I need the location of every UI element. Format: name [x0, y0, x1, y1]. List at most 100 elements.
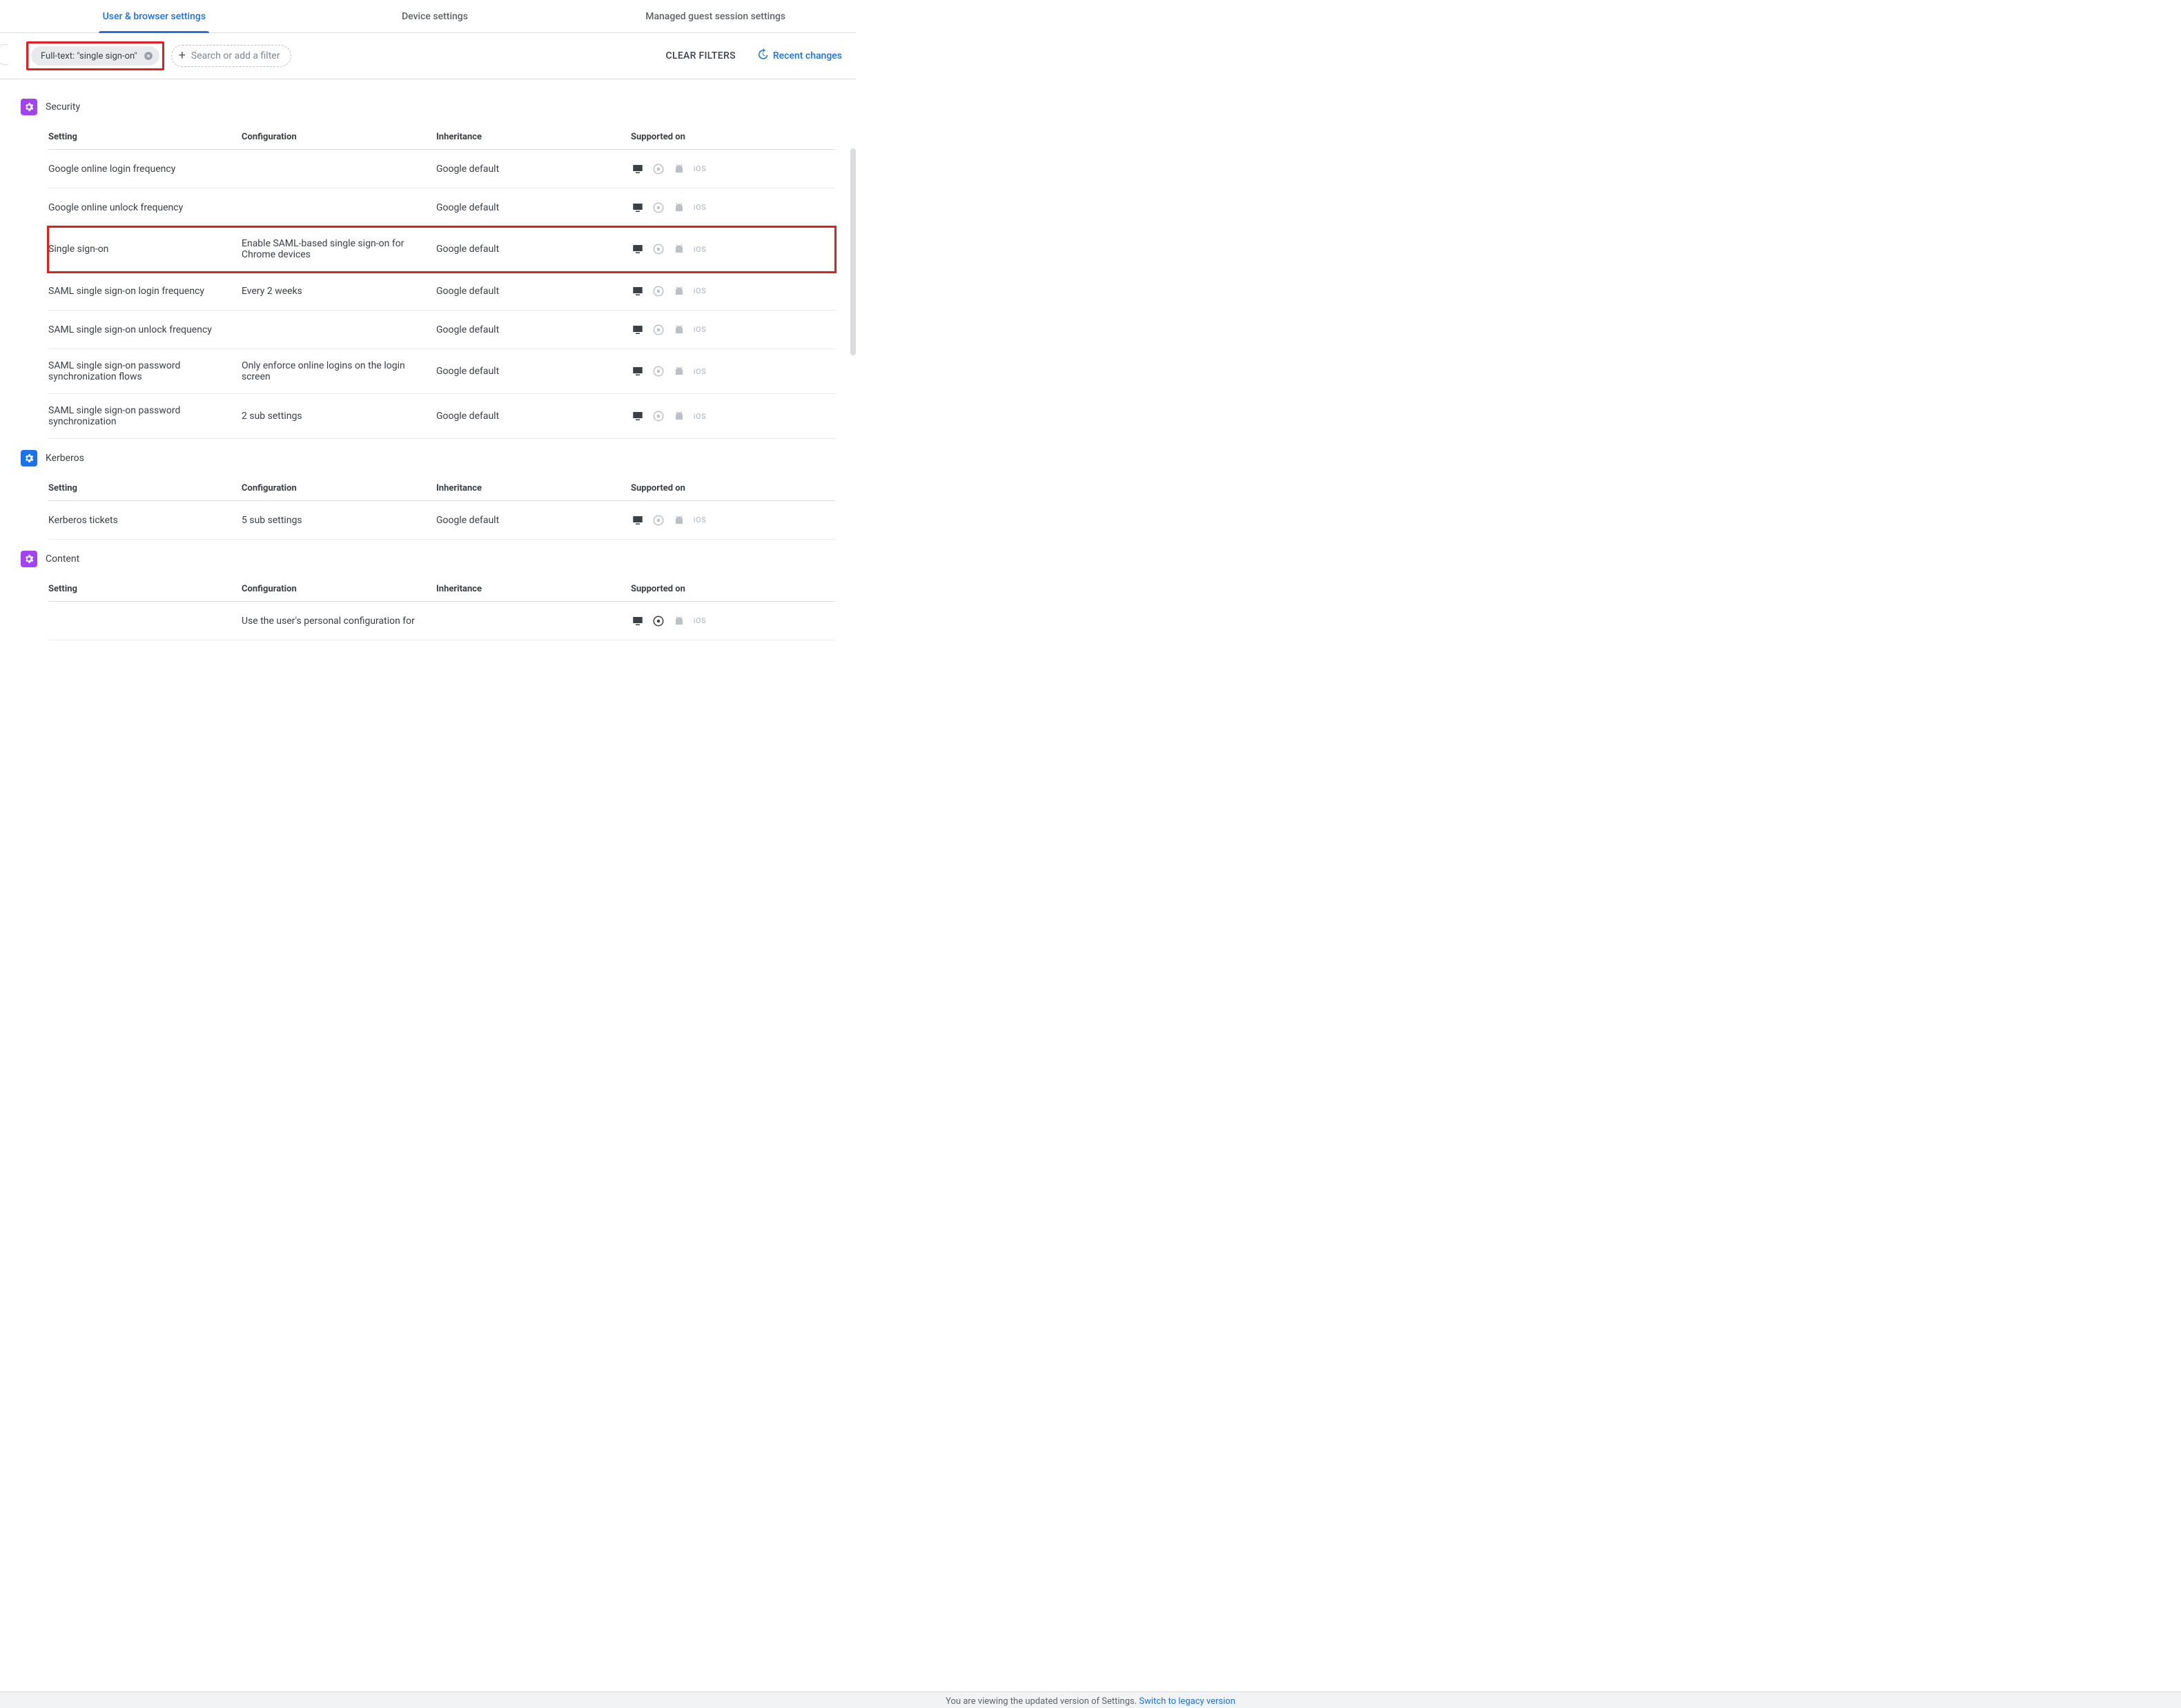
android-icon [672, 409, 686, 423]
recent-changes-link[interactable]: Recent changes [756, 48, 842, 63]
ios-icon: iOS [693, 409, 707, 423]
platform-icons: iOS [631, 284, 707, 298]
cell-configuration: 2 sub settings [242, 411, 436, 422]
desktop-icon [631, 409, 645, 423]
desktop-icon [631, 513, 645, 527]
col-header-configuration: Configuration [242, 584, 436, 594]
section-security: SecuritySettingConfigurationInheritanceS… [7, 95, 849, 439]
ios-icon: iOS [693, 614, 707, 628]
col-header-configuration: Configuration [242, 483, 436, 493]
ios-icon: iOS [693, 162, 707, 176]
android-icon [672, 323, 686, 337]
col-header-setting: Setting [48, 483, 242, 493]
chrome-icon [652, 409, 665, 423]
table-row[interactable]: SAML single sign-on login frequencyEvery… [48, 272, 835, 311]
cell-setting: SAML single sign-on unlock frequency [48, 324, 242, 335]
cell-inheritance: Google default [436, 164, 631, 175]
chrome-icon [652, 242, 665, 256]
clear-filters-button[interactable]: Clear filters [666, 50, 736, 61]
section-header[interactable]: Security [7, 95, 849, 119]
table-header: SettingConfigurationInheritanceSupported… [48, 119, 835, 150]
gear-icon [21, 450, 37, 467]
cell-setting: Single sign-on [48, 244, 242, 255]
platform-icons: iOS [631, 364, 707, 378]
desktop-icon [631, 323, 645, 337]
desktop-icon [631, 284, 645, 298]
cell-supported: iOS [631, 614, 835, 628]
tab-managed-guest-session[interactable]: Managed guest session settings [575, 0, 856, 33]
desktop-icon [631, 201, 645, 215]
android-icon [672, 513, 686, 527]
col-header-configuration: Configuration [242, 132, 436, 142]
chrome-icon [652, 201, 665, 215]
filter-chip-fulltext[interactable]: Full-text: "single sign-on" [31, 46, 159, 66]
settings-table: SettingConfigurationInheritanceSupported… [48, 471, 835, 540]
cell-inheritance: Google default [436, 515, 631, 526]
cell-configuration: Use the user's personal configuration fo… [242, 616, 436, 627]
scrollbar[interactable] [850, 148, 856, 355]
col-header-supported: Supported on [631, 584, 835, 594]
chrome-icon [652, 323, 665, 337]
section-header[interactable]: Kerberos [7, 446, 849, 471]
section-title: Kerberos [46, 453, 84, 464]
filter-chip-label: Full-text: "single sign-on" [41, 51, 137, 61]
platform-icons: iOS [631, 409, 707, 423]
section-header[interactable]: Content [7, 547, 849, 571]
android-icon [672, 162, 686, 176]
settings-content: SecuritySettingConfigurationInheritanceS… [0, 79, 856, 682]
tab-user-browser-settings[interactable]: User & browser settings [14, 0, 295, 33]
cell-supported: iOS [631, 284, 835, 298]
section-title: Content [46, 553, 79, 565]
table-row[interactable]: Use the user's personal configuration fo… [48, 602, 835, 640]
chrome-icon [652, 364, 665, 378]
android-icon [672, 364, 686, 378]
table-row[interactable]: SAML single sign-on unlock frequencyGoog… [48, 311, 835, 349]
table-row[interactable]: Google online login frequencyGoogle defa… [48, 150, 835, 188]
cell-supported: iOS [631, 242, 835, 256]
cell-configuration: Only enforce online logins on the login … [242, 360, 436, 382]
gear-icon [21, 551, 37, 567]
table-row[interactable]: SAML single sign-on password synchroniza… [48, 349, 835, 394]
android-icon [672, 201, 686, 215]
cell-setting: SAML single sign-on login frequency [48, 286, 242, 297]
ios-icon: iOS [693, 513, 707, 527]
col-header-setting: Setting [48, 584, 242, 594]
table-row[interactable]: Google online unlock frequencyGoogle def… [48, 188, 835, 227]
platform-icons: iOS [631, 614, 707, 628]
cell-configuration: 5 sub settings [242, 515, 436, 526]
section-content: Content SettingConfigurationInheritanceSu… [7, 547, 849, 640]
chrome-icon [652, 284, 665, 298]
table-row[interactable]: Single sign-onEnable SAML-based single s… [48, 227, 835, 272]
highlight-box-filter: Full-text: "single sign-on" [26, 41, 164, 70]
chrome-icon [652, 614, 665, 628]
table-row[interactable]: Kerberos tickets5 sub settingsGoogle def… [48, 501, 835, 540]
table-header: SettingConfigurationInheritanceSupported… [48, 571, 835, 602]
platform-icons: iOS [631, 201, 707, 215]
history-icon [756, 48, 769, 63]
footer-switch-link[interactable]: Switch to legacy version [1139, 1696, 1235, 1707]
cell-inheritance: Google default [436, 202, 631, 213]
cell-setting: SAML single sign-on password synchroniza… [48, 360, 242, 382]
col-header-supported: Supported on [631, 132, 835, 142]
add-filter-input[interactable]: + Search or add a filter [171, 45, 292, 67]
cell-setting: Kerberos tickets [48, 515, 242, 526]
filter-bar: Full-text: "single sign-on" + Search or … [0, 33, 856, 79]
col-header-inheritance: Inheritance [436, 483, 631, 493]
collapse-panel-handle[interactable] [0, 44, 8, 65]
ios-icon: iOS [693, 364, 707, 378]
section-kerberos: Kerberos SettingConfigurationInheritanceS… [7, 446, 849, 540]
col-header-inheritance: Inheritance [436, 132, 631, 142]
section-title: Security [46, 101, 80, 112]
cell-configuration: Enable SAML-based single sign-on for Chr… [242, 238, 436, 260]
android-icon [672, 614, 686, 628]
add-filter-placeholder: Search or add a filter [191, 50, 280, 61]
close-icon[interactable] [143, 50, 154, 61]
ios-icon: iOS [693, 284, 707, 298]
android-icon [672, 242, 686, 256]
table-row[interactable]: SAML single sign-on password synchroniza… [48, 394, 835, 439]
tab-device-settings[interactable]: Device settings [295, 0, 576, 33]
chrome-icon [652, 513, 665, 527]
desktop-icon [631, 162, 645, 176]
cell-inheritance: Google default [436, 411, 631, 422]
col-header-setting: Setting [48, 132, 242, 142]
